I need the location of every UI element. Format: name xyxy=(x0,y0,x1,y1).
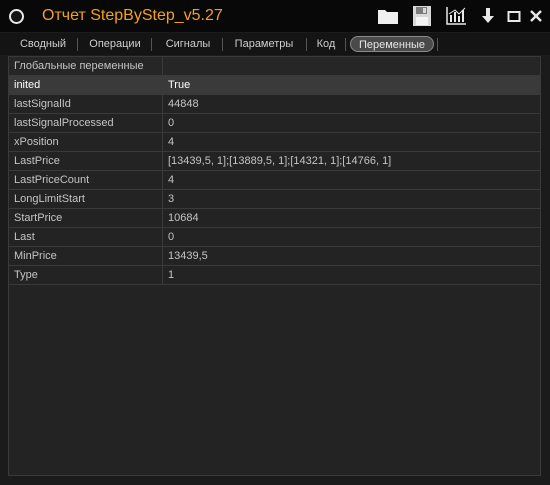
column-divider xyxy=(162,247,163,266)
variable-value: [13439,5, 1];[13889,5, 1];[14321, 1];[14… xyxy=(168,155,392,167)
variable-value: 4 xyxy=(168,136,175,148)
tab-divider xyxy=(437,38,438,51)
variable-value: 44848 xyxy=(168,98,199,110)
variable-name: lastSignalId xyxy=(14,98,71,110)
group-header-label: Глобальные переменные xyxy=(14,60,144,72)
table-row[interactable]: LongLimitStart 3 xyxy=(9,190,540,209)
variable-value: 0 xyxy=(168,231,175,243)
column-divider xyxy=(162,76,163,95)
variable-value: 3 xyxy=(168,193,175,205)
tab-divider xyxy=(345,38,346,51)
tab-code[interactable]: Код xyxy=(312,37,340,52)
table-row[interactable]: Type 1 xyxy=(9,266,540,285)
variable-value: True xyxy=(168,79,191,91)
close-icon[interactable] xyxy=(527,0,545,32)
variable-value: 1 xyxy=(168,269,175,281)
column-divider xyxy=(162,57,163,76)
table-row[interactable]: Last 0 xyxy=(9,228,540,247)
variable-name: xPosition xyxy=(14,136,59,148)
column-divider xyxy=(162,114,163,133)
variable-value: 0 xyxy=(168,117,175,129)
variable-value: 4 xyxy=(168,174,175,186)
tab-divider xyxy=(306,38,307,51)
tab-bar: Сводный Операции Сигналы Параметры Код П… xyxy=(0,33,550,55)
tab-signals[interactable]: Сигналы xyxy=(157,37,219,52)
column-divider xyxy=(162,152,163,171)
variable-name: lastSignalProcessed xyxy=(14,117,114,129)
table-row[interactable]: StartPrice 10684 xyxy=(9,209,540,228)
variable-value: 10684 xyxy=(168,212,199,224)
table-row[interactable]: LastPriceCount 4 xyxy=(9,171,540,190)
column-divider xyxy=(162,133,163,152)
minimize-icon[interactable] xyxy=(505,0,523,32)
variable-name: MinPrice xyxy=(14,250,57,262)
variable-name: Last xyxy=(14,231,35,243)
variable-value: 13439,5 xyxy=(168,250,208,262)
table-row[interactable]: lastSignalProcessed 0 xyxy=(9,114,540,133)
tab-parameters[interactable]: Параметры xyxy=(228,37,300,52)
folder-icon[interactable] xyxy=(376,0,400,32)
column-divider xyxy=(162,190,163,209)
table-row[interactable]: MinPrice 13439,5 xyxy=(9,247,540,266)
table-row[interactable]: inited True xyxy=(9,76,540,95)
column-divider xyxy=(162,171,163,190)
table-row[interactable]: lastSignalId 44848 xyxy=(9,95,540,114)
column-divider xyxy=(162,95,163,114)
tab-summary[interactable]: Сводный xyxy=(12,37,74,52)
variable-name: LastPriceCount xyxy=(14,174,90,186)
group-header-row[interactable]: Глобальные переменные xyxy=(9,57,540,76)
tab-variables[interactable]: Переменные xyxy=(350,36,434,52)
table-row[interactable]: LastPrice [13439,5, 1];[13889,5, 1];[143… xyxy=(9,152,540,171)
variable-name: StartPrice xyxy=(14,212,63,224)
title-bar[interactable]: Отчет StepByStep_v5.27 xyxy=(0,0,550,32)
tab-divider xyxy=(151,38,152,51)
report-window: Отчет StepByStep_v5.27 Сводный Операции … xyxy=(0,0,550,485)
tab-divider xyxy=(77,38,78,51)
variable-name: LongLimitStart xyxy=(14,193,85,205)
column-divider xyxy=(162,266,163,285)
arrow-down-icon[interactable] xyxy=(478,0,498,32)
variable-name: inited xyxy=(14,79,41,91)
tab-divider xyxy=(222,38,223,51)
variable-name: LastPrice xyxy=(14,155,60,167)
window-title: Отчет StepByStep_v5.27 xyxy=(42,7,223,24)
column-divider xyxy=(162,228,163,247)
floppy-disk-icon[interactable] xyxy=(410,0,434,32)
chart-icon[interactable] xyxy=(444,0,468,32)
circle-app-icon[interactable] xyxy=(9,9,24,24)
variable-name: Type xyxy=(14,269,38,281)
variables-panel: Глобальные переменные inited True lastSi… xyxy=(8,56,541,476)
table-row[interactable]: xPosition 4 xyxy=(9,133,540,152)
tab-operations[interactable]: Операции xyxy=(82,37,148,52)
column-divider xyxy=(162,209,163,228)
